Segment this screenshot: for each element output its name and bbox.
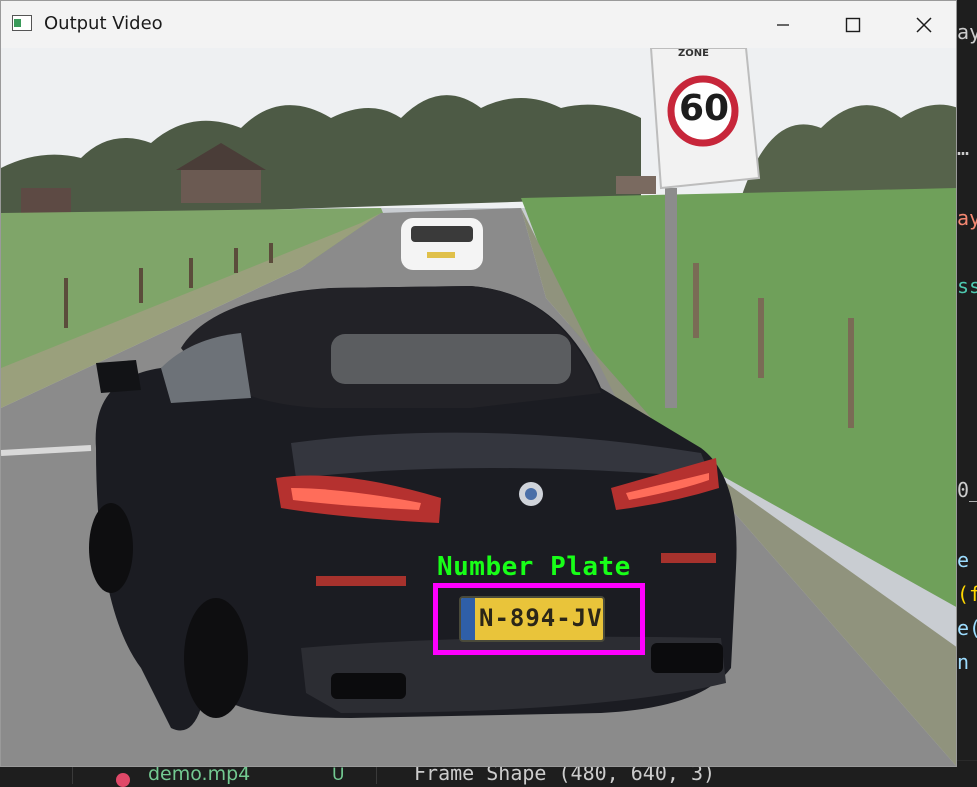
- editor-fragment: (f: [957, 582, 977, 606]
- video-frame: ZONE 60 N-894-JV Number Plate: [1, 48, 956, 766]
- editor-fragment: n: [957, 650, 970, 674]
- editor-fragment: e(: [957, 616, 977, 640]
- detection-bounding-box: [433, 583, 645, 655]
- window-title: Output Video: [44, 13, 163, 34]
- output-video-window: Output Video ZONE 60 N-894-JV Number Pla…: [0, 0, 957, 767]
- speed-sign-header: ZONE: [678, 48, 709, 59]
- maximize-icon: [845, 17, 861, 32]
- title-bar[interactable]: Output Video: [1, 1, 956, 48]
- close-button[interactable]: [901, 1, 947, 48]
- editor-fragment: 0_: [957, 478, 977, 502]
- maximize-button[interactable]: [830, 1, 876, 48]
- minimize-icon: [777, 23, 789, 26]
- editor-fragment: ay: [957, 206, 977, 230]
- editor-fragment: ss: [957, 274, 977, 298]
- minimize-button[interactable]: [760, 1, 806, 48]
- editor-fragment: …: [957, 136, 970, 160]
- close-icon: [916, 16, 932, 33]
- speed-limit-value: 60: [679, 88, 730, 129]
- editor-fragment: aye: [957, 20, 977, 44]
- video-scene: [1, 48, 956, 766]
- detection-label: Number Plate: [437, 552, 631, 582]
- video-file-icon: [116, 773, 130, 787]
- git-status-badge: U: [332, 765, 345, 785]
- editor-fragment: e: [957, 548, 970, 572]
- app-window-icon: [12, 15, 32, 31]
